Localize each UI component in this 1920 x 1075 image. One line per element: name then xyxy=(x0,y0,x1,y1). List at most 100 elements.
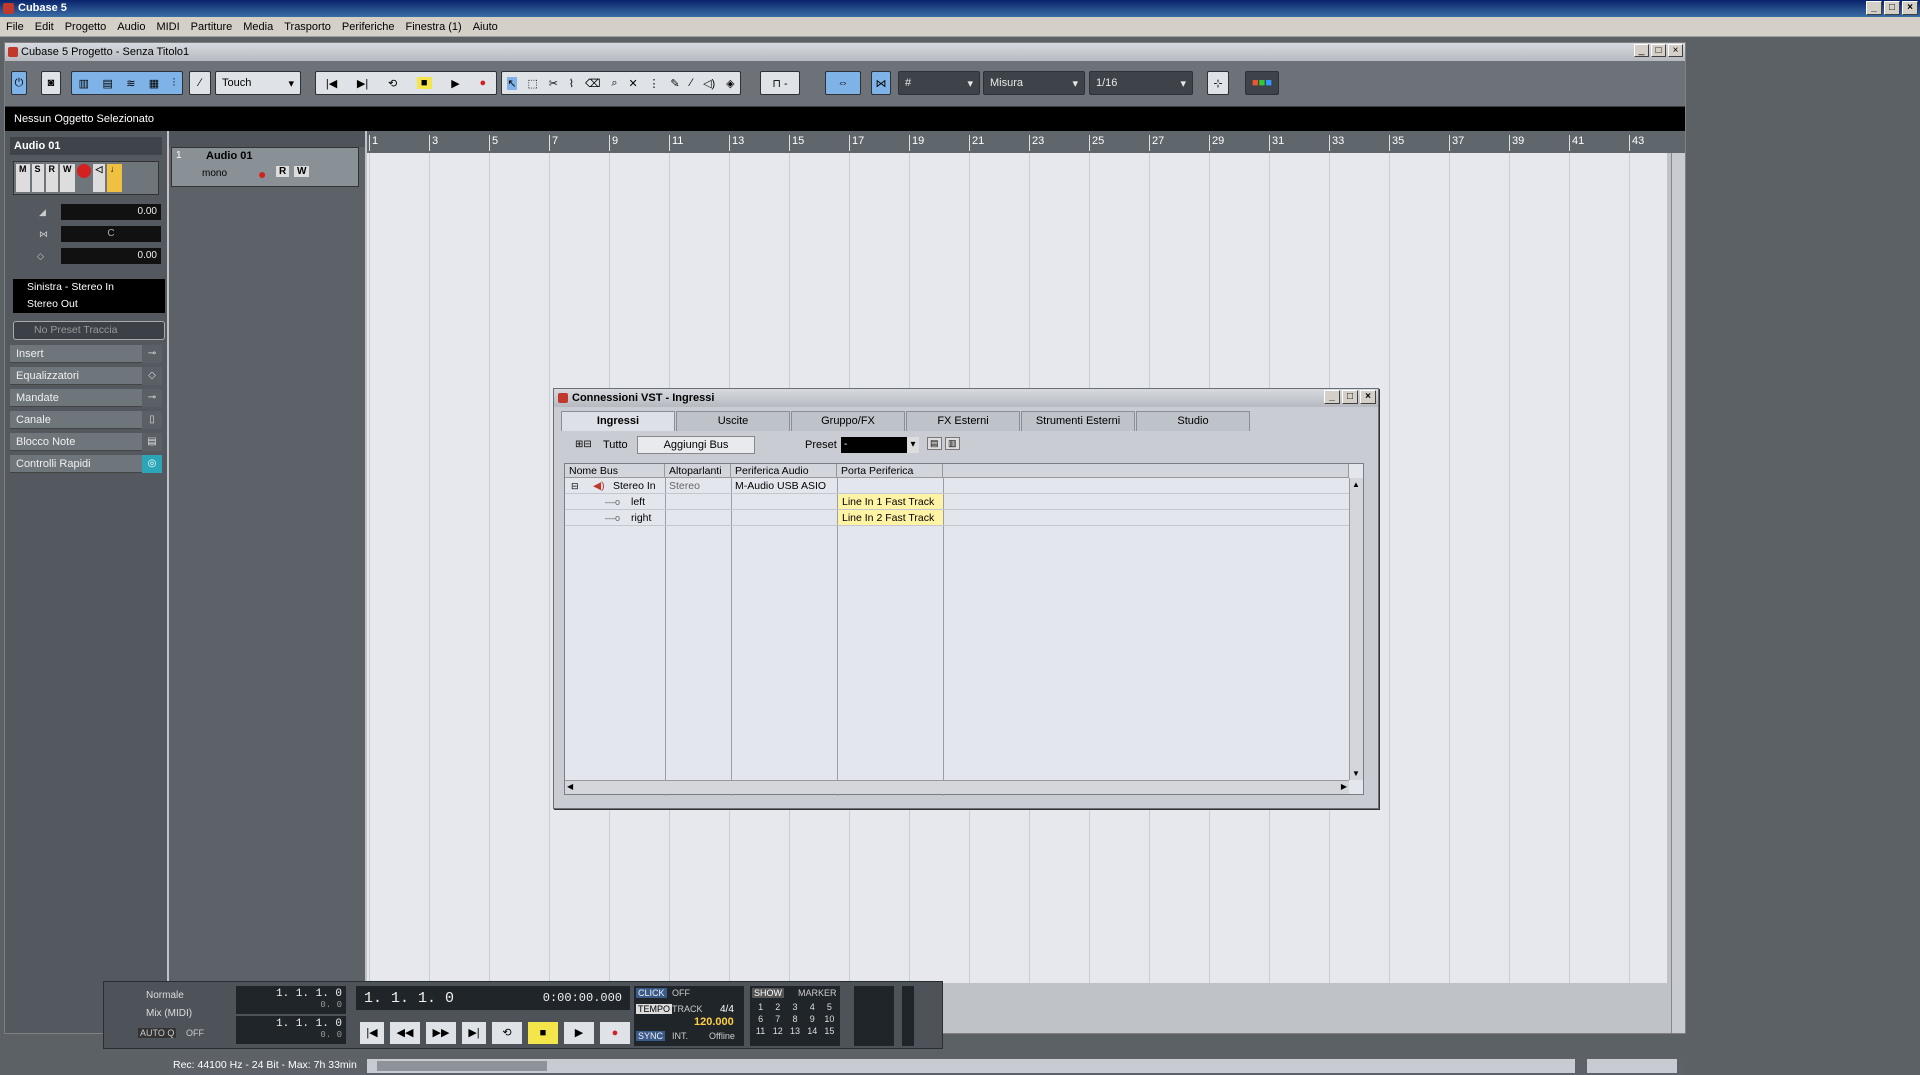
menu-file[interactable]: File xyxy=(6,21,24,33)
right-locator[interactable]: 1. 1. 1. 0 0. 0 xyxy=(236,1016,346,1044)
collapse-icon[interactable]: ⊟ xyxy=(571,478,579,494)
sync-button[interactable]: SYNC xyxy=(636,1031,666,1041)
col-periferica-audio[interactable]: Periferica Audio xyxy=(731,464,837,478)
read-button[interactable]: R xyxy=(45,164,59,192)
preset-select[interactable]: - ▾ xyxy=(841,437,919,453)
mixer-toggle-icon[interactable]: ⫶ xyxy=(173,77,176,90)
tab-gruppo-fx[interactable]: Gruppo/FX xyxy=(791,411,905,431)
close-button[interactable]: × xyxy=(1902,1,1918,15)
add-bus-button[interactable]: Aggiungi Bus xyxy=(637,436,755,454)
menu-finestra[interactable]: Finestra (1) xyxy=(405,21,461,33)
output-fader[interactable] xyxy=(902,986,914,1046)
infoline-toggle-icon[interactable]: ▤ xyxy=(102,77,112,90)
tempo-value[interactable]: 120.000 xyxy=(694,1016,734,1028)
tab-strumenti-esterni[interactable]: Strumenti Esterni xyxy=(1021,411,1135,431)
track-audio-01[interactable]: 1 Audio 01 mono ● R W xyxy=(171,147,359,187)
monitor-icon[interactable]: ◁ xyxy=(92,164,106,192)
stop-icon[interactable]: ■ xyxy=(416,77,432,89)
table-row[interactable]: ––o right Line In 2 Fast Track xyxy=(565,510,1349,526)
table-vertical-scrollbar[interactable]: ▲ ▼ xyxy=(1349,478,1363,780)
marker-button[interactable]: 6 xyxy=(752,1014,769,1024)
bus-name[interactable]: Stereo In xyxy=(613,478,656,494)
section-controlli-rapidi[interactable]: Controlli Rapidi ◎ xyxy=(10,455,162,473)
automation-icon[interactable]: ∕ xyxy=(189,71,211,95)
go-start-icon[interactable]: |◀ xyxy=(360,1022,384,1044)
delay-value[interactable]: 0.00 xyxy=(61,248,161,264)
marker-button[interactable]: 2 xyxy=(769,1002,786,1012)
track-preset-field[interactable]: No Preset Traccia xyxy=(13,321,165,340)
track-name[interactable]: Audio 01 xyxy=(206,150,252,162)
tempo-button[interactable]: TEMPO xyxy=(636,1004,673,1014)
vst-minimize-button[interactable]: _ xyxy=(1324,390,1340,404)
signature-value[interactable]: 4/4 xyxy=(720,1004,734,1015)
menu-aiuto[interactable]: Aiuto xyxy=(473,21,498,33)
marker-button[interactable]: 10 xyxy=(821,1014,838,1024)
scroll-thumb[interactable] xyxy=(377,1061,547,1071)
input-routing[interactable]: Sinistra - Stereo In xyxy=(13,279,165,296)
autoscroll-icon[interactable]: ⊓ - xyxy=(760,71,800,95)
forward-icon[interactable]: ▶▶ xyxy=(426,1022,456,1044)
pan-value[interactable]: C xyxy=(61,226,161,242)
zoom-tool-icon[interactable]: ⌕ xyxy=(611,77,617,90)
menu-media[interactable]: Media xyxy=(243,21,273,33)
vst-close-button[interactable]: × xyxy=(1360,390,1376,404)
auto-q-label[interactable]: AUTO Q xyxy=(138,1028,177,1038)
track-write-button[interactable]: W xyxy=(294,166,310,177)
go-end-icon[interactable]: ▶| xyxy=(462,1022,486,1044)
cycle-mode[interactable]: Mix (MIDI) xyxy=(146,1008,192,1019)
grid-type-select[interactable]: # ▾ xyxy=(898,71,980,95)
power-icon[interactable]: ⏻ xyxy=(11,71,27,95)
record-enable-icon[interactable]: ● xyxy=(76,164,91,178)
marker-button[interactable]: 8 xyxy=(786,1014,803,1024)
scroll-left-icon[interactable]: ◀ xyxy=(567,782,573,791)
color-palette-icon[interactable]: ■ ■ ■ xyxy=(1245,71,1279,95)
save-preset-icon[interactable]: ▤ xyxy=(927,437,942,450)
horizontal-scrollbar[interactable] xyxy=(367,1059,1575,1073)
overview-toggle-icon[interactable]: ≋ xyxy=(126,77,135,90)
timeline-ruler[interactable]: 1 3 5 7 9 11 13 15 17 19 21 23 25 27 29 31 33 35 37 39 41 43 xyxy=(367,131,1685,153)
go-start-icon[interactable]: |◀ xyxy=(326,77,337,90)
section-mandate[interactable]: Mandate ⊸ xyxy=(10,389,162,407)
scroll-down-icon[interactable]: ▼ xyxy=(1352,769,1360,778)
device-port-select[interactable]: Line In 2 Fast Track xyxy=(838,510,943,525)
pointer-tool-icon[interactable]: ↖ xyxy=(507,76,517,90)
maximize-button[interactable]: □ xyxy=(1884,1,1900,15)
bus-device[interactable]: M-Audio USB ASIO xyxy=(735,478,826,494)
marker-button[interactable]: 1 xyxy=(752,1002,769,1012)
table-row[interactable]: ––o left Line In 1 Fast Track xyxy=(565,494,1349,510)
minimize-button[interactable]: _ xyxy=(1866,1,1882,15)
menu-trasporto[interactable]: Trasporto xyxy=(284,21,331,33)
split-tool-icon[interactable]: ✂ xyxy=(549,77,558,90)
solo-button[interactable]: S xyxy=(31,164,44,192)
track-record-icon[interactable]: ● xyxy=(258,166,266,182)
vst-maximize-button[interactable]: □ xyxy=(1342,390,1358,404)
project-maximize-button[interactable]: □ xyxy=(1651,44,1666,57)
automation-mode-select[interactable]: Touch ▾ xyxy=(215,71,301,95)
marker-button[interactable]: 9 xyxy=(804,1014,821,1024)
line-tool-icon[interactable]: ∕ xyxy=(690,77,692,89)
record-icon[interactable]: ● xyxy=(479,77,486,89)
go-end-icon[interactable]: ▶| xyxy=(357,77,368,90)
monitor-icon[interactable]: ◙ xyxy=(41,71,61,95)
play-icon[interactable]: ▶ xyxy=(564,1022,594,1044)
erase-tool-icon[interactable]: ⌫ xyxy=(585,77,601,90)
menu-midi[interactable]: MIDI xyxy=(156,21,179,33)
stop-icon[interactable]: ■ xyxy=(528,1022,558,1044)
menu-periferiche[interactable]: Periferiche xyxy=(342,21,395,33)
quantize-icon[interactable]: ⊹ xyxy=(1207,71,1229,95)
volume-value[interactable]: 0.00 xyxy=(61,204,161,220)
tab-studio[interactable]: Studio xyxy=(1136,411,1250,431)
table-horizontal-scrollbar[interactable]: ◀ ▶ xyxy=(565,780,1349,794)
project-close-button[interactable]: × xyxy=(1668,44,1683,57)
quantize-select[interactable]: 1/16 ▾ xyxy=(1089,71,1193,95)
zoom-slider[interactable] xyxy=(1587,1059,1677,1073)
section-equalizzatori[interactable]: Equalizzatori ◇ xyxy=(10,367,162,385)
range-tool-icon[interactable]: ⬚ xyxy=(527,77,537,90)
menu-audio[interactable]: Audio xyxy=(117,21,145,33)
scroll-up-icon[interactable]: ▲ xyxy=(1352,480,1360,489)
output-routing[interactable]: Stereo Out xyxy=(13,296,165,313)
device-port-select[interactable]: Line In 1 Fast Track xyxy=(838,494,943,509)
delete-preset-icon[interactable]: ▥ xyxy=(945,437,960,450)
rewind-icon[interactable]: ◀◀ xyxy=(390,1022,420,1044)
expand-all-icon[interactable]: ⊞⊟ xyxy=(575,439,592,450)
